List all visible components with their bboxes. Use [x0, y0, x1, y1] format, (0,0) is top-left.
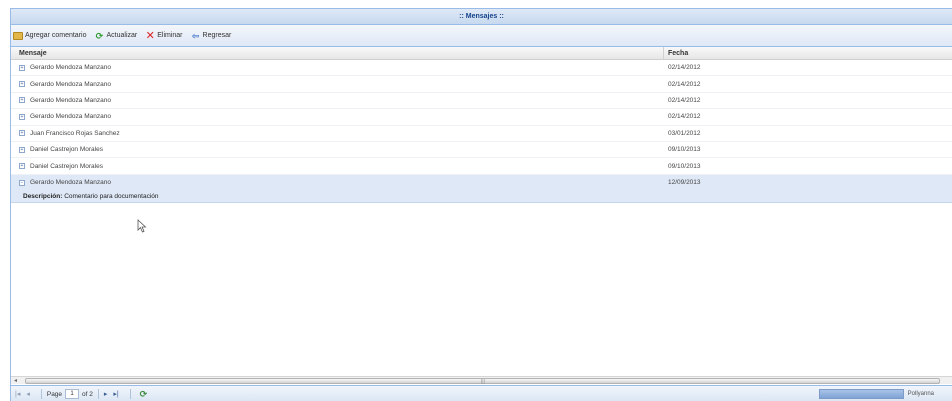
row-date: 09/10/2013 [668, 162, 701, 170]
expand-row-icon[interactable]: + [19, 130, 25, 137]
row-message: Gerardo Mendoza Manzano [30, 179, 111, 187]
add-comment-label: Agregar comentario [25, 32, 87, 39]
grip-icon: ||| [481, 379, 485, 385]
paging-toolbar: |◂ ◂ Page 1 of 2 ▸ ▸| ⟳ Pollyanna [11, 385, 952, 401]
table-row[interactable]: + Juan Francisco Rojas Sanchez 03/01/2012 [11, 126, 952, 142]
scrollbar-thumb[interactable]: ||| [25, 378, 940, 385]
expand-row-icon[interactable]: + [19, 97, 25, 104]
row-message: Gerardo Mendoza Manzano [30, 96, 111, 104]
grid-header: Mensaje Fecha [11, 47, 952, 60]
refresh-icon: ⟳ [95, 30, 104, 41]
description-label: Descripción: [23, 193, 63, 201]
description-text: Comentario para documentación [64, 193, 159, 201]
row-message: Gerardo Mendoza Manzano [30, 113, 111, 121]
next-page-icon[interactable]: ▸ [104, 390, 108, 398]
table-row[interactable]: + Gerardo Mendoza Manzano 02/14/2012 [11, 76, 952, 93]
progress-bar [818, 389, 904, 399]
table-row[interactable]: + Gerardo Mendoza Manzano 02/14/2012 [11, 60, 952, 77]
delete-label: Eliminar [157, 32, 183, 39]
refresh-icon[interactable]: ⟳ [140, 389, 148, 400]
expand-row-icon[interactable]: + [19, 64, 25, 71]
row-date: 02/14/2012 [668, 96, 701, 104]
row-date: 03/01/2012 [668, 129, 701, 137]
row-date: 02/14/2012 [668, 113, 701, 121]
refresh-label: Actualizar [106, 32, 138, 39]
table-row[interactable]: + Daniel Castrejon Morales 09/10/2013 [11, 158, 952, 175]
expand-row-icon[interactable]: + [19, 163, 25, 170]
separator [97, 389, 99, 399]
delete-button[interactable]: ✕ Eliminar [145, 29, 183, 42]
horizontal-scrollbar[interactable]: ◂ ||| [11, 376, 952, 385]
row-date: 12/09/2013 [668, 179, 701, 187]
column-header-date[interactable]: Fecha [664, 47, 952, 59]
grid-body: + Gerardo Mendoza Manzano 02/14/2012 + Ger… [11, 60, 952, 204]
page-number-input[interactable]: 1 [65, 389, 80, 399]
row-date: 09/10/2013 [668, 146, 701, 154]
add-comment-button[interactable]: Agregar comentario [13, 31, 87, 40]
first-page-icon[interactable]: |◂ [15, 390, 20, 398]
page-label: Page [46, 390, 63, 398]
column-header-message[interactable]: Mensaje [11, 47, 664, 59]
panel-title: :: Mensajes :: [11, 9, 952, 25]
table-row[interactable]: + Gerardo Mendoza Manzano 02/14/2012 [11, 109, 952, 126]
table-row-selected[interactable]: − Gerardo Mendoza Manzano 12/09/2013 [11, 174, 952, 192]
back-label: Regresar [202, 32, 232, 39]
row-message: Daniel Castrejon Morales [30, 162, 103, 170]
row-expanded-description: Descripción: Comentario para documentaci… [11, 191, 952, 204]
separator [129, 389, 131, 399]
scroll-left-icon[interactable]: ◂ [14, 377, 17, 385]
mouse-cursor-icon [137, 219, 147, 233]
last-page-icon[interactable]: ▸| [113, 390, 118, 398]
page-count-label: of 2 [82, 390, 93, 398]
toolbar: Agregar comentario ⟳ Actualizar ✕ Elimin… [11, 25, 952, 47]
prev-page-icon[interactable]: ◂ [26, 390, 30, 398]
table-row[interactable]: + Daniel Castrejon Morales 09/10/2013 [11, 142, 952, 159]
row-message: Juan Francisco Rojas Sanchez [30, 129, 120, 137]
paging-right-text: Pollyanna [907, 391, 934, 397]
expand-row-icon[interactable]: + [19, 81, 25, 88]
paging-right: Pollyanna [818, 389, 934, 399]
back-arrow-icon: ⇦ [191, 30, 200, 41]
collapse-row-icon[interactable]: − [19, 179, 25, 186]
messages-panel: :: Mensajes :: Agregar comentario ⟳ Actu… [10, 8, 952, 401]
expand-row-icon[interactable]: + [19, 113, 25, 120]
table-row[interactable]: + Gerardo Mendoza Manzano 02/14/2012 [11, 93, 952, 110]
delete-icon: ✕ [145, 29, 155, 42]
row-message: Daniel Castrejon Morales [30, 146, 103, 154]
separator [40, 389, 42, 399]
row-message: Gerardo Mendoza Manzano [30, 64, 111, 72]
back-button[interactable]: ⇦ Regresar [191, 31, 232, 41]
refresh-button[interactable]: ⟳ Actualizar [94, 30, 138, 41]
folder-add-icon [13, 31, 23, 40]
expand-row-icon[interactable]: + [19, 146, 25, 153]
row-message: Gerardo Mendoza Manzano [30, 80, 111, 88]
row-date: 02/14/2012 [668, 80, 701, 88]
row-date: 02/14/2012 [668, 64, 701, 72]
